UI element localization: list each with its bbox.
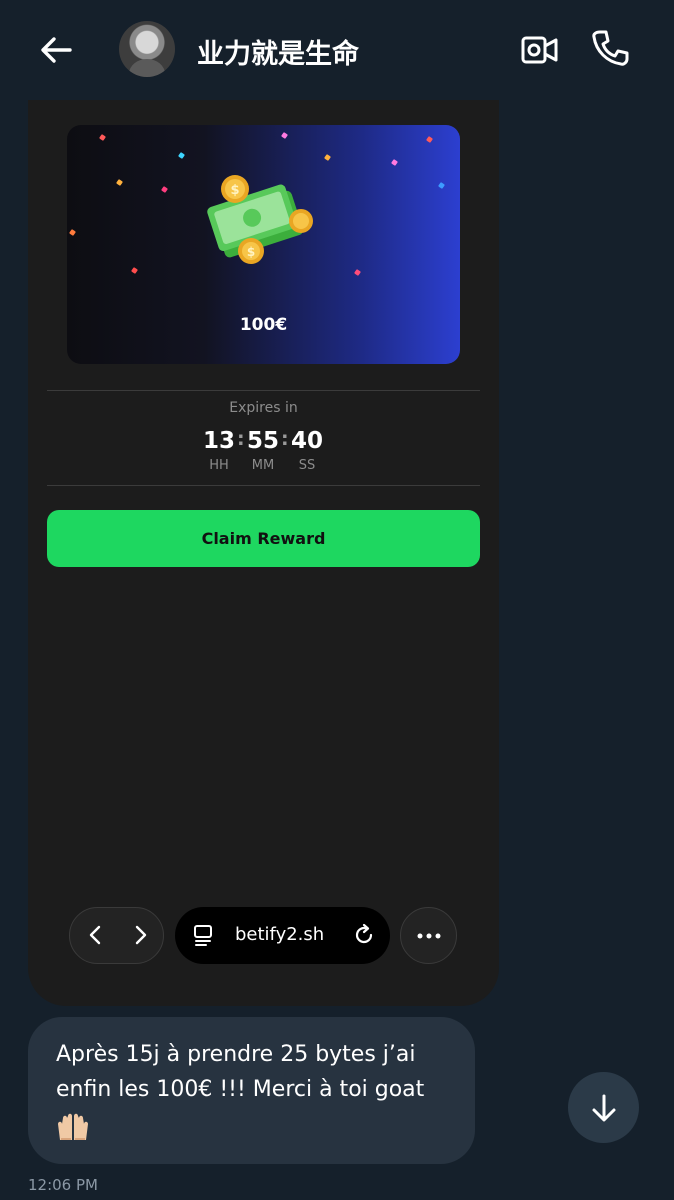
browser-url[interactable]: betify2.sh (235, 924, 324, 945)
chevron-left-icon[interactable] (84, 923, 108, 947)
divider (47, 485, 480, 486)
promo-card: $ $ 100€ (67, 125, 460, 364)
svg-text:$: $ (247, 245, 255, 259)
video-call-button[interactable] (519, 30, 559, 70)
more-horizontal-icon (417, 933, 441, 939)
tabs-icon[interactable] (193, 924, 215, 946)
promo-amount: 100€ (239, 315, 288, 335)
message-timestamp: 12:06 PM (28, 1176, 98, 1194)
claim-reward-button[interactable]: Claim Reward (47, 510, 480, 567)
video-camera-icon (521, 36, 558, 64)
phone-icon (592, 30, 629, 66)
voice-call-button[interactable] (590, 28, 630, 68)
media-message[interactable]: $ $ 100€ Expires in 13 HH : 55 MM : 40 S… (28, 100, 499, 1006)
expires-label: Expires in (229, 400, 298, 416)
timer-seconds-unit: SS (298, 458, 316, 473)
divider (47, 390, 480, 391)
chat-header: 业力就是生命 (0, 0, 674, 100)
reload-icon[interactable] (352, 923, 376, 947)
contact-name[interactable]: 业力就是生命 (197, 32, 359, 71)
raised-hands-emoji (58, 1113, 88, 1140)
money-icon: $ $ (207, 175, 313, 264)
chevron-right-icon[interactable] (128, 923, 152, 947)
arrow-down-icon (592, 1094, 616, 1122)
timer-minutes: 55 (246, 428, 279, 454)
countdown-timer: 13 HH : 55 MM : 40 SS (28, 428, 499, 476)
avatar[interactable] (119, 21, 175, 77)
browser-more-button[interactable] (400, 907, 457, 964)
browser-url-bar[interactable]: betify2.sh (175, 907, 390, 964)
timer-minutes-unit: MM (251, 458, 275, 473)
scroll-to-bottom-button[interactable] (568, 1072, 639, 1143)
message-text: Après 15j à prendre 25 bytes j’ai enfin … (56, 1042, 425, 1102)
arrow-left-icon (41, 37, 72, 63)
svg-text:$: $ (230, 183, 239, 198)
timer-seconds: 40 (290, 428, 323, 454)
back-button[interactable] (36, 32, 76, 72)
timer-hours-unit: HH (209, 458, 229, 473)
timer-hours: 13 (202, 428, 235, 454)
message-bubble[interactable]: Après 15j à prendre 25 bytes j’ai enfin … (28, 1017, 475, 1164)
browser-nav-controls (69, 907, 164, 964)
